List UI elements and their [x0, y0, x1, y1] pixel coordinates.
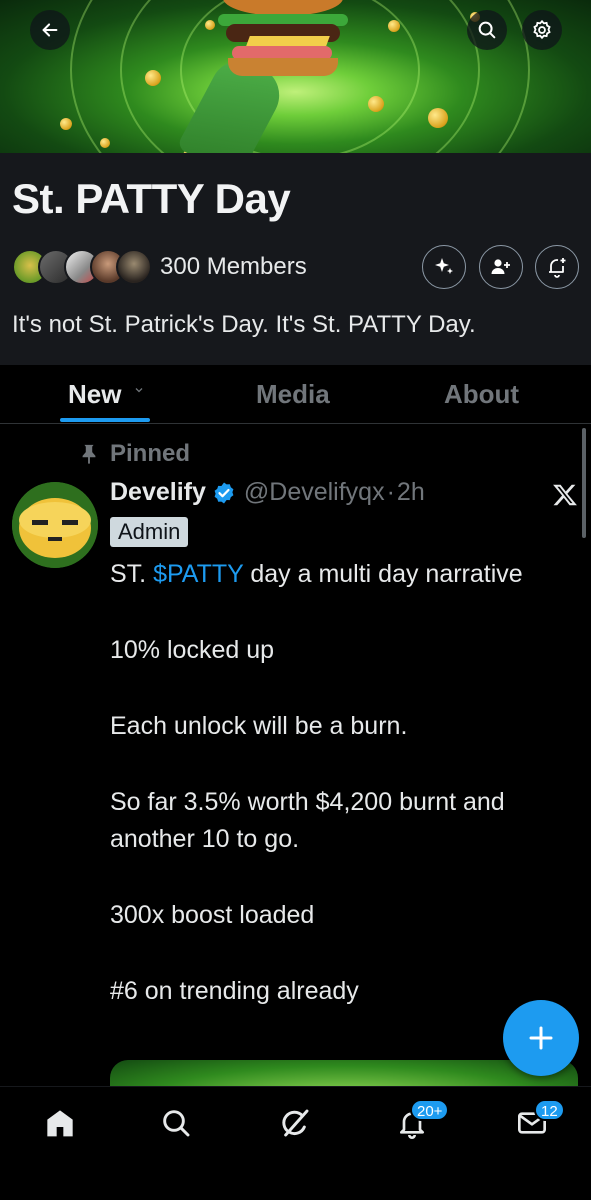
- author-handle[interactable]: @Develifyqx: [244, 478, 385, 507]
- nav-messages[interactable]: 12: [512, 1099, 565, 1143]
- notifications-toggle-button[interactable]: [535, 245, 579, 289]
- settings-button[interactable]: [522, 10, 562, 50]
- post-paragraph: So far 3.5% worth $4,200 burnt and anoth…: [110, 788, 505, 853]
- post-paragraph: #6 on trending already: [110, 977, 359, 1005]
- members-count[interactable]: 300 Members: [160, 253, 307, 281]
- active-tab-indicator: [60, 418, 150, 422]
- add-user-icon: [491, 259, 510, 274]
- community-tabs: New Media About: [0, 365, 591, 424]
- x-logo-icon: [553, 484, 577, 506]
- gear-icon: [533, 19, 551, 40]
- member-avatar: [116, 249, 152, 285]
- post-paragraph: 10% locked up: [110, 636, 275, 664]
- notifications-badge: 20+: [410, 1099, 450, 1121]
- home-icon: [47, 1110, 73, 1137]
- compose-post-button[interactable]: [503, 1000, 579, 1076]
- grok-icon: [282, 1109, 309, 1137]
- pinned-indicator: Pinned: [78, 440, 190, 468]
- post-paragraph: ST. $PATTY day a multi day narrative: [110, 556, 580, 593]
- invite-member-button[interactable]: [479, 245, 523, 289]
- post-time[interactable]: 2h: [397, 478, 425, 507]
- nav-home[interactable]: [40, 1103, 80, 1143]
- nav-notifications[interactable]: 20+: [392, 1099, 450, 1143]
- community-title: St. PATTY Day: [12, 175, 291, 222]
- post-author-row: Develify @Develifyqx · 2h: [110, 478, 425, 507]
- sparkle-icon: [435, 258, 453, 274]
- nav-grok[interactable]: [275, 1103, 315, 1143]
- post-text-segment: day a multi day narrative: [243, 560, 523, 588]
- scrollbar[interactable]: [582, 428, 586, 538]
- post-paragraph: 300x boost loaded: [110, 901, 315, 929]
- messages-badge: 12: [534, 1099, 565, 1121]
- post-paragraph: Each unlock will be a burn.: [110, 712, 408, 740]
- pinned-label: Pinned: [110, 440, 191, 467]
- tab-label: New: [68, 379, 122, 409]
- meta-separator: ·: [386, 478, 395, 506]
- post-text-segment: ST.: [110, 560, 154, 588]
- admin-badge: Admin: [110, 517, 189, 547]
- burger-illustration: [218, 0, 348, 80]
- search-icon: [478, 21, 496, 39]
- member-avatars[interactable]: [12, 249, 152, 285]
- community-header: St. PATTY Day 300 Members It's not St. P…: [0, 153, 591, 365]
- pin-icon: [82, 444, 96, 465]
- community-description: It's not St. Patrick's Day. It's St. PAT…: [12, 311, 476, 338]
- plus-icon: [529, 1026, 553, 1050]
- bottom-navigation: 20+ 12: [0, 1086, 591, 1200]
- search-icon: [163, 1110, 190, 1137]
- tab-about[interactable]: About: [444, 379, 519, 410]
- arrow-left-icon: [42, 23, 58, 37]
- grok-summary-button[interactable]: [422, 245, 466, 289]
- cashtag-link[interactable]: $PATTY: [153, 560, 243, 588]
- back-button[interactable]: [30, 10, 70, 50]
- nav-explore[interactable]: [156, 1103, 196, 1143]
- author-avatar-image: [12, 482, 98, 568]
- tab-media[interactable]: Media: [256, 379, 330, 410]
- chevron-down-icon: [135, 388, 143, 393]
- bell-plus-icon: [549, 258, 566, 278]
- author-name[interactable]: Develify: [110, 478, 206, 507]
- search-button[interactable]: [467, 10, 507, 50]
- post-body: ST. $PATTY day a multi day narrative 10%…: [110, 556, 580, 1010]
- author-avatar[interactable]: [12, 482, 98, 568]
- verified-badge-icon: [214, 482, 234, 503]
- tab-new[interactable]: New: [68, 379, 145, 410]
